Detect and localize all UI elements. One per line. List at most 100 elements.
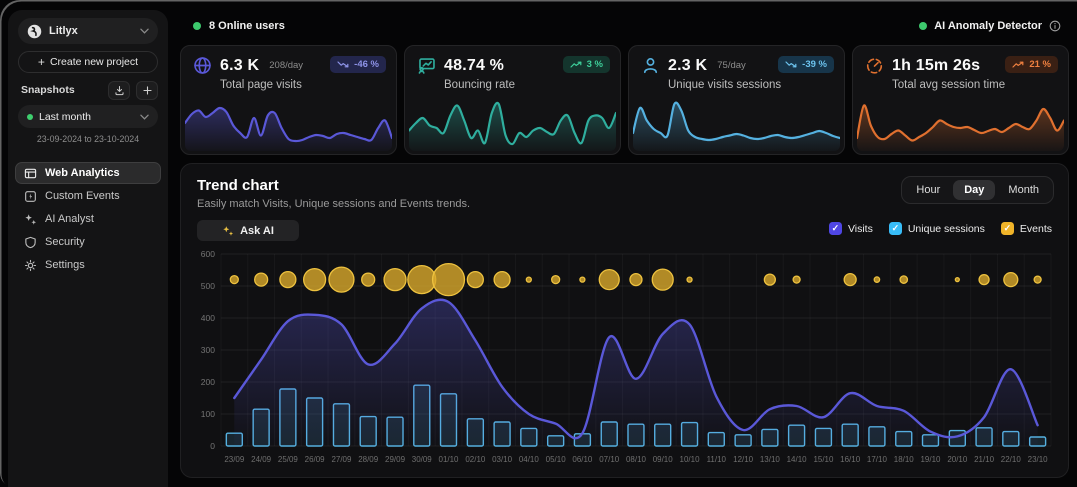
svg-text:600: 600	[201, 250, 215, 259]
shield-icon	[24, 236, 37, 249]
legend-item-unique-sessions[interactable]: ✓Unique sessions	[889, 222, 985, 235]
badge-value: 3 %	[587, 59, 603, 70]
svg-text:03/10: 03/10	[492, 455, 513, 464]
svg-text:28/09: 28/09	[358, 455, 379, 464]
svg-text:12/10: 12/10	[733, 455, 754, 464]
event-bubble	[467, 272, 483, 288]
svg-text:23/09: 23/09	[224, 455, 245, 464]
snapshot-date-range: 23-09-2024 to 23-10-2024	[8, 134, 168, 144]
chevron-down-icon	[140, 28, 149, 34]
sidebar-item-ai-analyst[interactable]: AI Analyst	[15, 208, 161, 230]
create-new-project-button[interactable]: + Create new project	[18, 51, 158, 73]
sidebar-item-settings[interactable]: Settings	[15, 254, 161, 276]
add-snapshot-button[interactable]	[136, 81, 158, 100]
svg-text:08/10: 08/10	[626, 455, 647, 464]
gear-icon	[24, 259, 37, 272]
snapshot-select[interactable]: Last month	[18, 105, 158, 128]
event-bubble	[580, 277, 585, 282]
trend-chart-subtitle: Easily match Visits, Unique sessions and…	[197, 198, 470, 210]
event-bubble	[1004, 273, 1018, 287]
sidebar-item-custom-events[interactable]: Custom Events	[15, 185, 161, 207]
card-head: 48.74 %	[417, 56, 546, 75]
legend-label: Events	[1020, 223, 1052, 235]
badge-value: 21 %	[1029, 59, 1051, 70]
svg-text:19/10: 19/10	[921, 455, 942, 464]
stat-card-unique-visits-sessions: 2.3 K 75/day -39 % Unique visits session…	[628, 45, 845, 155]
event-bubble	[652, 269, 673, 290]
trend-up-icon	[570, 60, 582, 69]
project-selector[interactable]: Litlyx	[18, 18, 158, 44]
stat-card-total-avg-session-time: 1h 15m 26s 21 % Total avg session time	[852, 45, 1069, 155]
browser-icon	[24, 167, 37, 180]
card-sparkline	[633, 99, 840, 151]
badge-value: -39 %	[802, 59, 827, 70]
sidebar-nav: Web Analytics Custom Events AI AnalystSecu…	[15, 162, 161, 276]
info-icon[interactable]	[1049, 20, 1061, 32]
event-bubble	[280, 272, 296, 288]
ask-ai-label: Ask AI	[240, 225, 274, 237]
svg-text:02/10: 02/10	[465, 455, 486, 464]
checkbox-checked-icon[interactable]: ✓	[829, 222, 842, 235]
event-bubble	[408, 266, 436, 294]
svg-text:24/09: 24/09	[251, 455, 272, 464]
event-bubble	[384, 269, 406, 291]
svg-text:29/09: 29/09	[385, 455, 406, 464]
tab-hour[interactable]: Hour	[905, 180, 951, 200]
card-rate: 75/day	[717, 60, 746, 71]
stat-card-total-page-visits: 6.3 K 208/day -46 % Total page visits	[180, 45, 397, 155]
svg-text:25/09: 25/09	[278, 455, 299, 464]
tab-day[interactable]: Day	[953, 180, 995, 200]
card-label: Total page visits	[220, 79, 302, 91]
sidebar-item-label: Custom Events	[45, 190, 120, 202]
badge-value: -46 %	[354, 59, 379, 70]
card-label: Unique visits sessions	[668, 79, 781, 91]
event-bubble	[1034, 276, 1041, 283]
svg-text:200: 200	[201, 377, 215, 387]
event-bubble	[255, 273, 268, 286]
litlyx-logo-icon	[27, 24, 42, 39]
stat-cards: 6.3 K 208/day -46 % Total page visits 48…	[180, 45, 1069, 155]
svg-text:18/10: 18/10	[894, 455, 915, 464]
legend-item-events[interactable]: ✓ Events	[1001, 222, 1052, 235]
svg-text:05/10: 05/10	[546, 455, 567, 464]
svg-text:16/10: 16/10	[840, 455, 861, 464]
svg-text:10/10: 10/10	[680, 455, 701, 464]
trend-down-icon	[337, 60, 349, 69]
card-sparkline	[409, 99, 616, 151]
project-name: Litlyx	[49, 25, 78, 37]
event-bubble	[526, 277, 531, 282]
snapshot-select-value: Last month	[39, 111, 91, 123]
legend-label: Visits	[848, 223, 873, 235]
download-snapshot-button[interactable]	[108, 81, 130, 100]
ai-anomaly-detector: AI Anomaly Detector	[919, 20, 1061, 32]
online-status-dot	[193, 22, 201, 30]
ask-ai-button[interactable]: Ask AI	[197, 220, 299, 241]
globe-icon	[193, 56, 212, 75]
app-window: Litlyx + Create new project Snapshots	[0, 0, 1077, 487]
user-icon	[641, 56, 660, 75]
event-bubble	[552, 276, 560, 284]
svg-text:400: 400	[201, 313, 215, 323]
svg-text:26/09: 26/09	[305, 455, 326, 464]
checkbox-checked-icon[interactable]: ✓	[1001, 222, 1014, 235]
event-bubble	[329, 267, 354, 292]
svg-text:06/10: 06/10	[572, 455, 593, 464]
tab-month[interactable]: Month	[997, 180, 1050, 200]
event-bubble	[630, 274, 642, 286]
svg-text:0: 0	[210, 441, 215, 451]
svg-text:500: 500	[201, 281, 215, 291]
card-sparkline	[185, 99, 392, 151]
legend-item-visits[interactable]: ✓ Visits	[829, 222, 873, 235]
sidebar-item-security[interactable]: Security	[15, 231, 161, 253]
svg-text:27/09: 27/09	[331, 455, 352, 464]
online-users-indicator: 8 Online users	[193, 20, 285, 32]
anomaly-detector-label: AI Anomaly Detector	[934, 20, 1042, 32]
checkbox-checked-icon[interactable]: ✓	[889, 222, 902, 235]
sidebar-item-web-analytics[interactable]: Web Analytics	[15, 162, 161, 184]
sidebar-item-label: Settings	[45, 259, 85, 271]
svg-text:07/10: 07/10	[599, 455, 620, 464]
trend-chart[interactable]: 0100200300400500600 23/0924/0925/0926/09…	[195, 250, 1054, 472]
trend-chart-panel: Trend chart Easily match Visits, Unique …	[180, 163, 1069, 478]
event-bubble	[687, 277, 692, 282]
trend-badge: 21 %	[1005, 56, 1058, 73]
